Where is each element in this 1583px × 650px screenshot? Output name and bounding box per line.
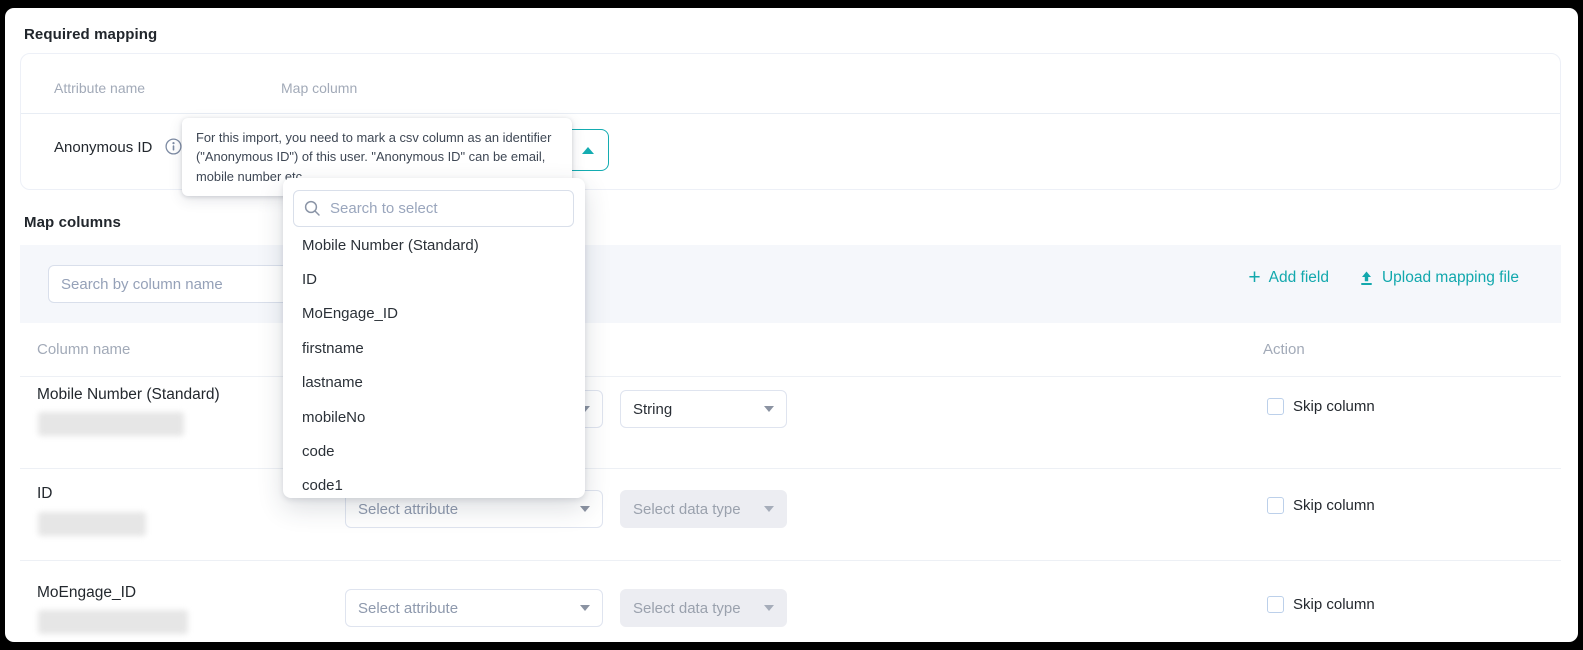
dropdown-option[interactable]: code xyxy=(283,434,585,468)
data-type-dropdown[interactable]: String xyxy=(620,390,787,428)
dropdown-option[interactable]: MoEngage_ID xyxy=(283,297,585,331)
column-name-cell: ID xyxy=(37,485,53,503)
column-name-cell: Mobile Number (Standard) xyxy=(37,386,220,404)
required-mapping-title: Required mapping xyxy=(24,26,157,43)
caret-down-icon xyxy=(764,406,774,412)
select-data-type-placeholder: Select data type xyxy=(633,600,741,617)
upload-mapping-file-label: Upload mapping file xyxy=(1382,269,1519,287)
skip-column-control[interactable]: Skip column xyxy=(1267,398,1375,415)
select-attribute-dropdown[interactable]: Select attribute xyxy=(345,589,603,627)
caret-down-icon xyxy=(764,605,774,611)
skip-column-control[interactable]: Skip column xyxy=(1267,596,1375,613)
dropdown-search-box[interactable] xyxy=(293,190,574,227)
caret-down-icon xyxy=(580,506,590,512)
column-name-header: Column name xyxy=(37,341,130,358)
skip-column-checkbox[interactable] xyxy=(1267,596,1284,613)
column-name-cell: MoEngage_ID xyxy=(37,584,136,602)
sample-value-blurred xyxy=(38,412,184,436)
dropdown-option[interactable]: ID xyxy=(283,262,585,296)
dropdown-option[interactable]: firstname xyxy=(283,331,585,365)
plus-icon: + xyxy=(1248,269,1260,287)
dropdown-option[interactable]: mobileNo xyxy=(283,400,585,434)
map-columns-toolbar: + Add field Upload mapping file xyxy=(20,245,1561,323)
caret-down-icon xyxy=(580,605,590,611)
caret-down-icon xyxy=(764,506,774,512)
skip-column-checkbox[interactable] xyxy=(1267,398,1284,415)
data-type-dropdown-disabled: Select data type xyxy=(620,589,787,627)
map-column-header: Map column xyxy=(281,80,357,96)
dropdown-options: Mobile Number (Standard) ID MoEngage_ID … xyxy=(283,228,585,503)
import-mapping-page: Required mapping Attribute name Map colu… xyxy=(5,8,1578,642)
select-data-type-placeholder: Select data type xyxy=(633,501,741,518)
divider xyxy=(20,376,1561,377)
divider xyxy=(20,468,1561,469)
data-type-value: String xyxy=(633,401,672,418)
dropdown-option[interactable]: lastname xyxy=(283,366,585,400)
attribute-dropdown-panel: Mobile Number (Standard) ID MoEngage_ID … xyxy=(283,178,585,498)
skip-column-label: Skip column xyxy=(1293,497,1375,514)
anonymous-id-label: Anonymous ID xyxy=(54,139,152,156)
dropdown-search-input[interactable] xyxy=(330,200,563,217)
toolbar-actions: + Add field Upload mapping file xyxy=(1248,269,1519,287)
skip-column-label: Skip column xyxy=(1293,596,1375,613)
sample-value-blurred xyxy=(38,512,146,536)
select-attribute-placeholder: Select attribute xyxy=(358,600,458,617)
dropdown-option[interactable]: code1 xyxy=(283,469,585,503)
info-icon[interactable] xyxy=(165,138,182,155)
data-type-dropdown-disabled: Select data type xyxy=(620,490,787,528)
map-columns-title: Map columns xyxy=(24,214,121,231)
add-field-button[interactable]: + Add field xyxy=(1248,269,1329,287)
add-field-label: Add field xyxy=(1269,269,1329,287)
sample-value-blurred xyxy=(38,610,188,634)
upload-mapping-file-button[interactable]: Upload mapping file xyxy=(1359,269,1519,287)
dropdown-option[interactable]: Mobile Number (Standard) xyxy=(283,228,585,262)
upload-icon xyxy=(1359,271,1374,286)
search-icon xyxy=(304,200,321,217)
skip-column-checkbox[interactable] xyxy=(1267,497,1284,514)
divider xyxy=(21,113,1560,114)
action-header: Action xyxy=(1263,341,1305,358)
attribute-name-header: Attribute name xyxy=(54,80,145,96)
skip-column-label: Skip column xyxy=(1293,398,1375,415)
caret-up-icon xyxy=(582,147,594,154)
divider xyxy=(20,560,1561,561)
skip-column-control[interactable]: Skip column xyxy=(1267,497,1375,514)
